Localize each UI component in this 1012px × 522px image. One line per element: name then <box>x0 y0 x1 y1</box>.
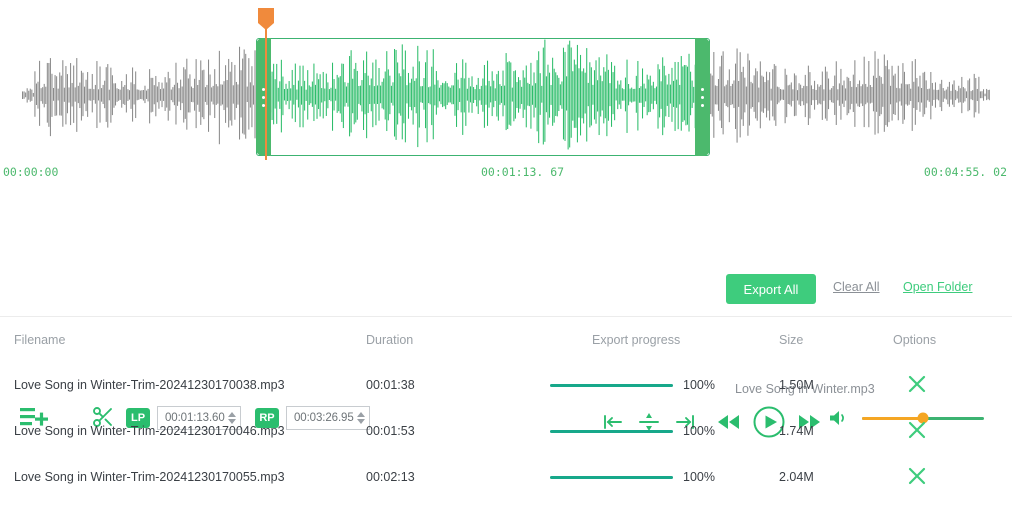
cell-duration: 00:01:53 <box>366 424 415 438</box>
export-all-button[interactable]: Export All <box>726 274 816 304</box>
open-folder-link[interactable]: Open Folder <box>903 280 972 294</box>
progress-percent: 100% <box>683 424 715 438</box>
handle-dot <box>701 95 704 99</box>
table-row: Love Song in Winter-Trim-20241230170055.… <box>0 454 1012 500</box>
close-icon[interactable] <box>906 465 928 490</box>
progress-percent: 100% <box>683 470 715 484</box>
cell-size: 1.74M <box>779 424 814 438</box>
playhead-flag-icon[interactable] <box>258 8 274 30</box>
column-header-options: Options <box>893 332 937 347</box>
column-header-progress: Export progress <box>592 332 681 347</box>
cell-progress: 100% <box>520 470 760 484</box>
playhead-line <box>265 28 267 160</box>
table-row: Love Song in Winter-Trim-20241230170046.… <box>0 408 1012 454</box>
cell-duration: 00:02:13 <box>366 470 415 484</box>
column-header-size: Size <box>779 332 804 347</box>
column-header-filename: Filename <box>14 332 66 347</box>
cell-filename: Love Song in Winter-Trim-20241230170055.… <box>14 470 285 484</box>
waveform-canvas[interactable] <box>22 30 990 160</box>
timeline-current-label: 00:01:13. 67 <box>481 165 565 179</box>
editor-toolbar: LP 00:01:13.60 RP 00:03:26.95 Love Song … <box>0 190 1012 438</box>
selection-left-handle[interactable] <box>256 38 271 156</box>
progress-bar <box>550 475 673 479</box>
close-icon[interactable] <box>906 373 928 398</box>
progress-bar-fill <box>550 383 673 387</box>
column-header-duration: Duration <box>366 332 414 347</box>
timeline-end-label: 00:04:55. 02 <box>923 165 1007 179</box>
audio-trimmer-window: 00:00:00 00:01:13. 67 00:04:55. 02 LP 00… <box>0 0 1012 522</box>
progress-bar-fill <box>550 429 673 433</box>
waveform-area[interactable] <box>0 0 1012 160</box>
cell-filename: Love Song in Winter-Trim-20241230170038.… <box>14 378 285 392</box>
selection-right-handle[interactable] <box>695 38 710 156</box>
handle-dot <box>701 87 704 91</box>
table-header-row: Filename Duration Export progress Size O… <box>0 317 1012 362</box>
cell-progress: 100% <box>520 424 760 438</box>
export-actions: Export All Clear All Open Folder <box>0 274 1012 314</box>
table-row: Love Song in Winter-Trim-20241230170038.… <box>0 362 1012 408</box>
close-icon[interactable] <box>906 419 928 444</box>
waveform-graphic <box>22 39 990 150</box>
progress-bar <box>550 429 673 433</box>
handle-dot <box>701 103 704 107</box>
cell-duration: 00:01:38 <box>366 378 415 392</box>
cell-filename: Love Song in Winter-Trim-20241230170046.… <box>14 424 285 438</box>
cell-progress: 100% <box>520 378 760 392</box>
progress-bar <box>550 383 673 387</box>
cell-size: 2.04M <box>779 470 814 484</box>
clear-all-link[interactable]: Clear All <box>833 280 880 294</box>
table-body: Love Song in Winter-Trim-20241230170038.… <box>0 362 1012 500</box>
progress-percent: 100% <box>683 378 715 392</box>
cell-size: 1.50M <box>779 378 814 392</box>
timeline-labels: 00:00:00 00:01:13. 67 00:04:55. 02 <box>0 165 1012 183</box>
progress-bar-fill <box>550 475 673 479</box>
export-table: Filename Duration Export progress Size O… <box>0 317 1012 500</box>
timeline-start-label: 00:00:00 <box>3 165 59 179</box>
